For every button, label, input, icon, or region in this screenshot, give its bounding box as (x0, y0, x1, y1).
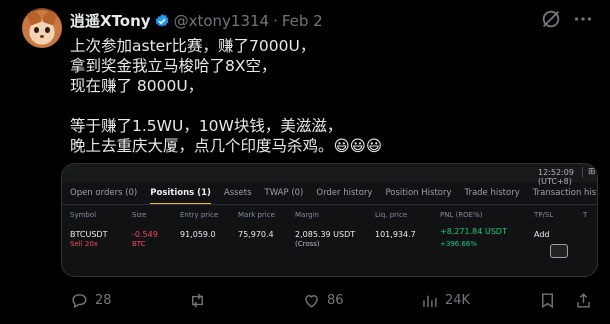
row-size: -0.549 (132, 230, 158, 239)
col-pnl: PNL (ROE%) (440, 211, 483, 219)
reply-icon (72, 294, 87, 309)
tweet-text: 上次参加aster比赛，赚了7000U， 拿到奖金我立马梭哈了8X空， 现在赚了… (70, 36, 600, 156)
row-liq: 101,934.7 (375, 230, 416, 239)
heart-icon (305, 295, 318, 308)
row-margin-mode: (Cross) (295, 240, 320, 248)
row-side: Sell 20x (70, 240, 98, 248)
views-icon (423, 295, 437, 307)
separator-dot: · (273, 11, 278, 30)
tweet-header: 逍遥XTony @xtony1314 · Feb 2 (70, 10, 323, 31)
reply-count: 28 (95, 293, 112, 308)
tweet-line: 现在赚了 8000U， (70, 77, 204, 95)
repost-icon (192, 293, 203, 308)
row-size-unit: BTC (132, 240, 146, 248)
col-liq: Liq. price (375, 211, 408, 219)
more-options-icon[interactable] (572, 8, 594, 30)
like-count: 86 (327, 293, 344, 308)
display-name[interactable]: 逍遥XTony (70, 10, 151, 31)
row-roe: +396.66% (440, 240, 478, 248)
avatar[interactable] (22, 8, 62, 48)
col-margin: Margin (295, 211, 319, 219)
bookmark-button[interactable] (538, 291, 557, 310)
views-count: 24K (445, 293, 471, 308)
tweet-line: 晚上去重庆大厦，点几个印度马杀鸡。😃😃😃 (70, 137, 382, 155)
media-top-bar: 12:52:09 (UTC+8) ⊞ (62, 164, 597, 186)
tab-assets[interactable]: Assets (224, 188, 252, 198)
position-tabs: Open orders (0) Positions (1) Assets TWA… (70, 188, 597, 205)
reply-button[interactable]: 28 (70, 291, 112, 310)
row-tpsl[interactable]: Add (534, 230, 550, 239)
handle[interactable]: @xtony1314 (174, 12, 270, 30)
tab-position-history[interactable]: Position History (385, 188, 451, 198)
grok-icon[interactable] (540, 8, 562, 30)
col-extra: T (583, 211, 588, 219)
action-bar: 28 86 24K (0, 291, 610, 315)
attached-image[interactable]: 12:52:09 (UTC+8) ⊞ Open orders (0) Posit… (61, 163, 598, 277)
window-icon: ⊞ (588, 167, 596, 177)
repost-button[interactable] (188, 291, 213, 310)
col-tpsl: TP/SL (534, 211, 554, 219)
row-pnl: +8,271.84 USDT (440, 227, 507, 236)
tweet-line: 上次参加aster比赛，赚了7000U， (70, 37, 316, 55)
tweet-line: 拿到奖金我立马梭哈了8X空， (70, 57, 277, 75)
alt-text-icon[interactable] (550, 244, 568, 258)
tab-order-history[interactable]: Order history (316, 188, 372, 198)
tab-twap[interactable]: TWAP (0) (265, 188, 304, 198)
col-mark: Mark price (238, 211, 275, 219)
post-date[interactable]: Feb 2 (282, 12, 323, 30)
tab-transaction-history[interactable]: Transaction history (533, 188, 597, 198)
row-margin: 2,085.39 USDT (295, 230, 356, 239)
share-button[interactable] (574, 291, 593, 310)
views-button[interactable]: 24K (420, 291, 470, 310)
share-icon (577, 293, 590, 308)
col-entry: Entry price (180, 211, 219, 219)
tab-open-orders[interactable]: Open orders (0) (70, 188, 137, 198)
col-size: Size (132, 211, 147, 219)
row-entry: 91,059.0 (180, 230, 216, 239)
bookmark-icon (542, 293, 553, 309)
tab-positions[interactable]: Positions (1) (150, 188, 211, 205)
tab-trade-history[interactable]: Trade history (465, 188, 520, 198)
row-mark: 75,970.4 (238, 230, 274, 239)
verified-badge-icon (155, 13, 168, 27)
col-symbol: Symbol (70, 211, 97, 219)
tweet-line: 等于赚了1.5WU，10W块钱，美滋滋， (70, 117, 343, 135)
row-symbol: BTCUSDT (70, 230, 108, 239)
like-button[interactable]: 86 (302, 291, 344, 310)
